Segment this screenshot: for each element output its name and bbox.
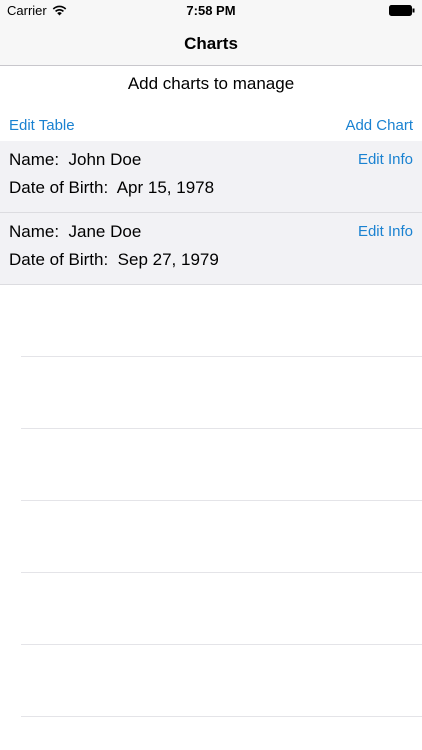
charts-list: Name: John Doe Date of Birth: Apr 15, 19… bbox=[0, 141, 422, 285]
chart-row[interactable]: Name: Jane Doe Date of Birth: Sep 27, 19… bbox=[0, 213, 422, 285]
chart-name-label: Name: John Doe bbox=[9, 150, 142, 169]
empty-table-rows bbox=[0, 285, 422, 717]
chart-dob-label: Date of Birth: Sep 27, 1979 bbox=[9, 250, 219, 269]
empty-row-separator bbox=[21, 285, 422, 357]
chart-name-label: Name: Jane Doe bbox=[9, 222, 142, 241]
empty-row-separator bbox=[21, 429, 422, 501]
navigation-bar: Charts bbox=[0, 22, 422, 66]
edit-table-button[interactable]: Edit Table bbox=[9, 117, 75, 134]
empty-row-separator bbox=[21, 645, 422, 717]
instruction-text: Add charts to manage bbox=[127, 74, 295, 93]
status-time: 7:58 PM bbox=[186, 3, 236, 18]
status-bar: Carrier 7:58 PM bbox=[0, 0, 422, 22]
empty-row-separator bbox=[21, 573, 422, 645]
chart-dob-label: Date of Birth: Apr 15, 1978 bbox=[9, 178, 215, 197]
edit-info-button[interactable]: Edit Info bbox=[358, 223, 413, 240]
page-title: Charts bbox=[184, 34, 238, 53]
chart-row[interactable]: Name: John Doe Date of Birth: Apr 15, 19… bbox=[0, 141, 422, 213]
empty-row-separator bbox=[21, 357, 422, 429]
empty-row-separator bbox=[21, 501, 422, 573]
edit-info-button[interactable]: Edit Info bbox=[358, 151, 413, 168]
battery-icon bbox=[389, 5, 415, 16]
add-chart-button[interactable]: Add Chart bbox=[345, 117, 413, 134]
